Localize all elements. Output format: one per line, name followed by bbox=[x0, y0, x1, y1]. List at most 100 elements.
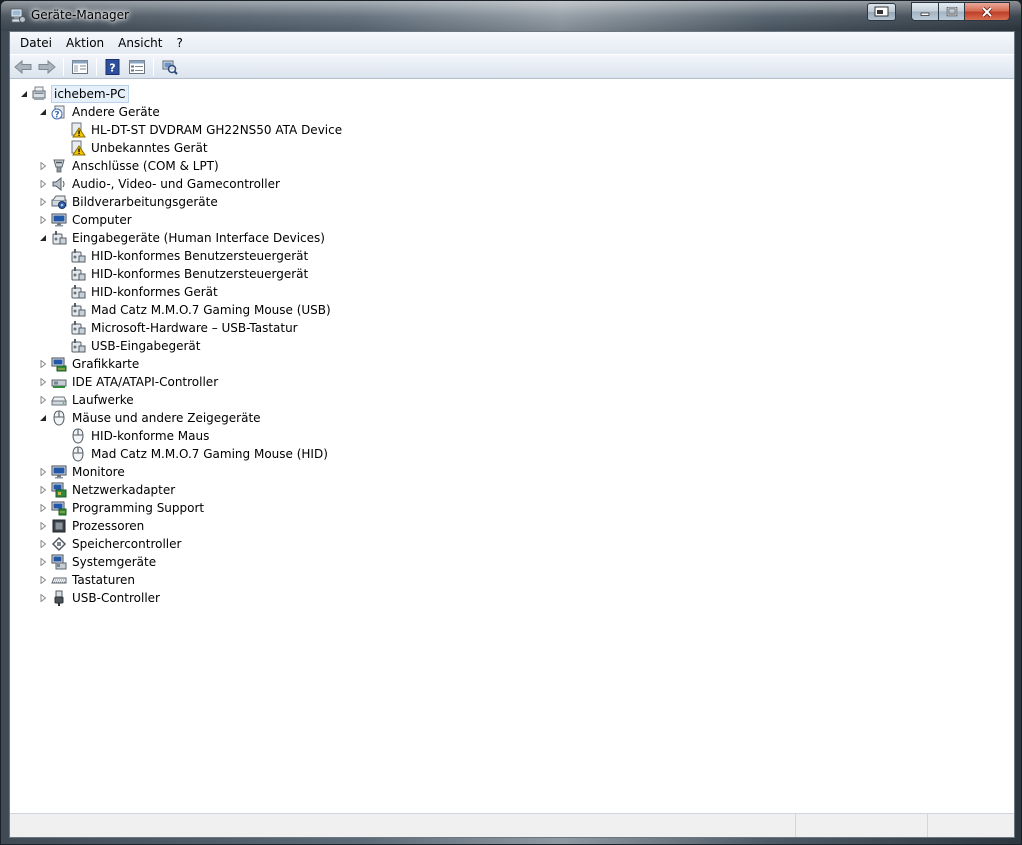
tree-node-category[interactable]: Audio-, Video- und Gamecontroller bbox=[10, 175, 1014, 193]
monitor-icon bbox=[51, 465, 67, 479]
hid-icon bbox=[71, 285, 86, 299]
collapse-triangle-icon[interactable] bbox=[20, 90, 28, 98]
computer-root-icon bbox=[32, 86, 46, 100]
tree-node-label: HL-DT-ST DVDRAM GH22NS50 ATA Device bbox=[91, 123, 343, 137]
back-button[interactable] bbox=[12, 57, 34, 77]
tree-node-label: Laufwerke bbox=[72, 393, 134, 407]
scan-hardware-button[interactable] bbox=[159, 57, 181, 77]
window-title: Geräte-Manager bbox=[31, 8, 129, 22]
expand-triangle-icon[interactable] bbox=[39, 558, 47, 566]
tree-node-category[interactable]: Eingabegeräte (Human Interface Devices) bbox=[10, 229, 1014, 247]
collapse-triangle-icon[interactable] bbox=[39, 108, 47, 116]
usb-icon bbox=[54, 590, 64, 606]
back-arrow-icon bbox=[14, 59, 32, 74]
speaker-icon bbox=[52, 176, 65, 192]
expand-triangle-icon[interactable] bbox=[39, 504, 47, 512]
tree-node-device[interactable]: HID-konformes Gerät bbox=[10, 283, 1014, 301]
expand-triangle-icon[interactable] bbox=[39, 594, 47, 602]
tree-node-device[interactable]: HID-konformes Benutzersteuergerät bbox=[10, 247, 1014, 265]
menu-datei[interactable]: Datei bbox=[13, 33, 59, 53]
expand-triangle-icon[interactable] bbox=[39, 360, 47, 368]
toolbar-separator bbox=[63, 57, 64, 76]
expand-triangle-icon[interactable] bbox=[39, 540, 47, 548]
expand-triangle-icon[interactable] bbox=[39, 216, 47, 224]
tree-node-device[interactable]: HL-DT-ST DVDRAM GH22NS50 ATA Device bbox=[10, 121, 1014, 139]
tree-node-category[interactable]: Prozessoren bbox=[10, 517, 1014, 535]
collapse-triangle-icon[interactable] bbox=[39, 414, 47, 422]
tree-node-category[interactable]: ? Andere Geräte bbox=[10, 103, 1014, 121]
svg-text:?: ? bbox=[109, 61, 115, 74]
tree-node-device[interactable]: Mad Catz M.M.O.7 Gaming Mouse (HID) bbox=[10, 445, 1014, 463]
svg-text:?: ? bbox=[54, 111, 59, 121]
tree-node-category[interactable]: Programming Support bbox=[10, 499, 1014, 517]
hid-icon bbox=[52, 231, 67, 245]
close-icon bbox=[981, 6, 993, 17]
maximize-button[interactable] bbox=[938, 2, 964, 21]
help-button[interactable]: ? bbox=[102, 57, 124, 77]
tree-node-category[interactable]: Computer bbox=[10, 211, 1014, 229]
show-hide-tree-button[interactable] bbox=[69, 57, 91, 77]
tree-node-category[interactable]: Anschlüsse (COM & LPT) bbox=[10, 157, 1014, 175]
close-button[interactable] bbox=[964, 2, 1010, 21]
device-tree: ichebem-PC? Andere Geräte HL-DT-ST DVDRAM … bbox=[10, 81, 1014, 813]
tree-node-category[interactable]: Bildverarbeitungsgeräte bbox=[10, 193, 1014, 211]
menu-aktion[interactable]: Aktion bbox=[59, 33, 111, 53]
tree-node-label: IDE ATA/ATAPI-Controller bbox=[72, 375, 219, 389]
minimize-button[interactable] bbox=[911, 2, 938, 21]
collapse-triangle-icon[interactable] bbox=[39, 234, 47, 242]
expand-triangle-icon[interactable] bbox=[39, 576, 47, 584]
tree-node-category[interactable]: Systemgeräte bbox=[10, 553, 1014, 571]
status-bar-panel bbox=[10, 814, 796, 837]
hid-icon bbox=[71, 267, 86, 281]
hid-icon bbox=[71, 321, 86, 335]
tree-node-category[interactable]: Laufwerke bbox=[10, 391, 1014, 409]
tree-node-label: USB-Eingabegerät bbox=[91, 339, 201, 353]
ide-controller-icon bbox=[51, 379, 67, 388]
tree-node-category[interactable]: USB-Controller bbox=[10, 589, 1014, 607]
expand-triangle-icon[interactable] bbox=[39, 180, 47, 188]
tree-node-device[interactable]: HID-konforme Maus bbox=[10, 427, 1014, 445]
tree-node-category[interactable]: Mäuse und andere Zeigegeräte bbox=[10, 409, 1014, 427]
properties-button[interactable] bbox=[126, 57, 148, 77]
tree-node-label: Anschlüsse (COM & LPT) bbox=[72, 159, 219, 173]
tree-node-device[interactable]: Mad Catz M.M.O.7 Gaming Mouse (USB) bbox=[10, 301, 1014, 319]
status-bar-panel bbox=[796, 814, 928, 837]
expand-triangle-icon[interactable] bbox=[39, 468, 47, 476]
expand-triangle-icon[interactable] bbox=[39, 522, 47, 530]
mouse-icon bbox=[72, 428, 84, 444]
tree-node-device[interactable]: USB-Eingabegerät bbox=[10, 337, 1014, 355]
forward-button[interactable] bbox=[36, 57, 58, 77]
titlebar-extra-button[interactable] bbox=[867, 3, 896, 21]
tree-node-device[interactable]: HID-konformes Benutzersteuergerät bbox=[10, 265, 1014, 283]
help-icon: ? bbox=[105, 58, 120, 75]
tree-node-category[interactable]: IDE ATA/ATAPI-Controller bbox=[10, 373, 1014, 391]
unknown-device-icon: ? bbox=[51, 105, 65, 121]
expand-triangle-icon[interactable] bbox=[39, 162, 47, 170]
tree-node-device[interactable]: Unbekanntes Gerät bbox=[10, 139, 1014, 157]
tree-node-label: Monitore bbox=[72, 465, 125, 479]
minimize-icon bbox=[920, 12, 930, 16]
tree-node-category[interactable]: Tastaturen bbox=[10, 571, 1014, 589]
title-bar[interactable]: Geräte-Manager bbox=[1, 1, 1021, 31]
show-hide-console-tree-icon bbox=[72, 59, 88, 74]
tree-node-label: HID-konformes Gerät bbox=[91, 285, 218, 299]
tree-node-label: Mad Catz M.M.O.7 Gaming Mouse (HID) bbox=[91, 447, 328, 461]
tree-node-label: Prozessoren bbox=[72, 519, 145, 533]
tree-node-category[interactable]: Monitore bbox=[10, 463, 1014, 481]
expand-triangle-icon[interactable] bbox=[39, 396, 47, 404]
tree-node-category[interactable]: Grafikkarte bbox=[10, 355, 1014, 373]
expand-triangle-icon[interactable] bbox=[39, 486, 47, 494]
expand-triangle-icon[interactable] bbox=[39, 378, 47, 386]
properties-icon bbox=[129, 59, 145, 74]
menu-help[interactable]: ? bbox=[169, 33, 189, 53]
tree-node-label: Mad Catz M.M.O.7 Gaming Mouse (USB) bbox=[91, 303, 331, 317]
expand-triangle-icon[interactable] bbox=[39, 198, 47, 206]
device-manager-window: Geräte-Manager Datei Aktion Ansicht ? ? … bbox=[0, 0, 1022, 845]
tree-node-device[interactable]: Microsoft-Hardware – USB-Tastatur bbox=[10, 319, 1014, 337]
tree-node-category[interactable]: Speichercontroller bbox=[10, 535, 1014, 553]
tree-node-category[interactable]: Netzwerkadapter bbox=[10, 481, 1014, 499]
tree-node-label: Grafikkarte bbox=[72, 357, 140, 371]
client-area: Datei Aktion Ansicht ? ? ichebem-PC ? An… bbox=[9, 31, 1015, 838]
menu-ansicht[interactable]: Ansicht bbox=[111, 33, 169, 53]
tree-node-root[interactable]: ichebem-PC bbox=[10, 85, 1014, 103]
